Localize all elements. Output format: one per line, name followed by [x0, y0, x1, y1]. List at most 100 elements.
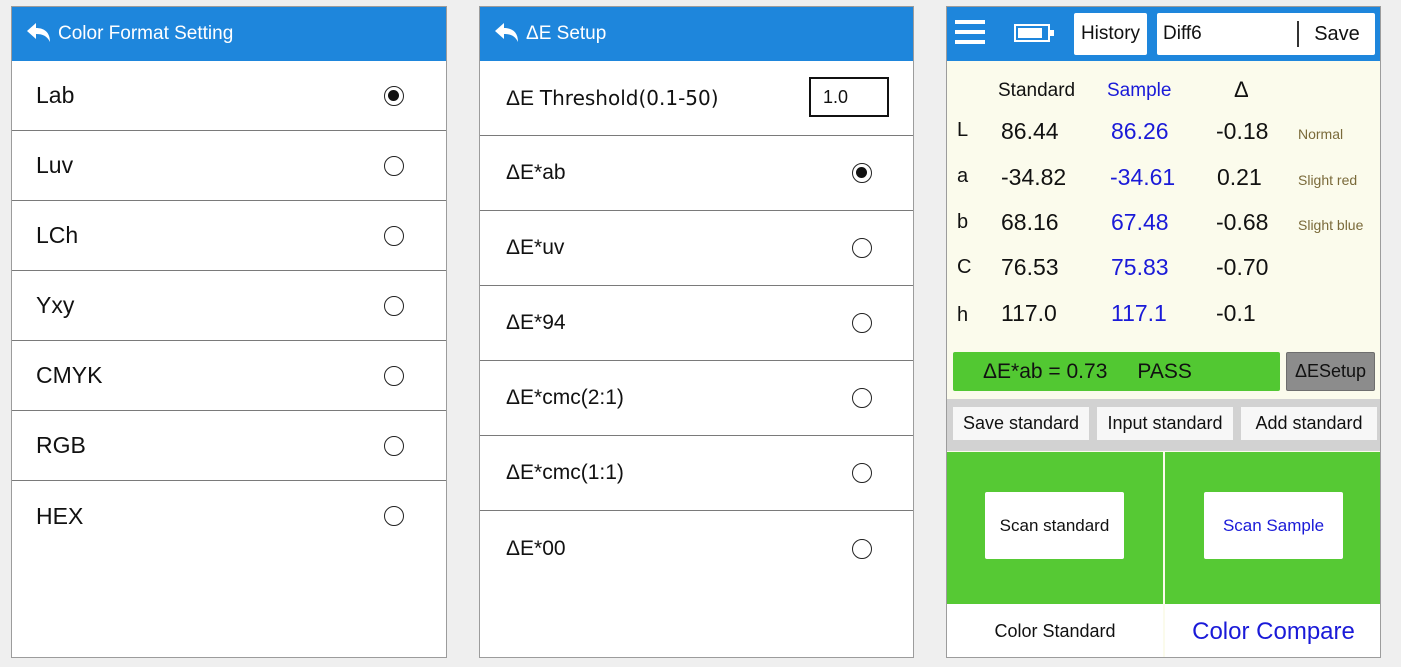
tab-color-standard[interactable]: Color Standard — [947, 604, 1163, 657]
row-label-b: b — [957, 211, 969, 233]
format-option-luv[interactable]: Luv — [12, 131, 446, 201]
radio-button[interactable] — [852, 538, 872, 559]
format-option-label: RGB — [36, 432, 86, 458]
de-option-label: ΔE*cmc(2:1) — [506, 386, 624, 409]
delta-value-l: -0.18 — [1216, 118, 1269, 144]
radio-button[interactable] — [852, 238, 872, 258]
de-option-cmc21[interactable]: ΔE*cmc(2:1) — [480, 361, 913, 436]
format-option-lab[interactable]: Lab — [12, 61, 446, 131]
back-arrow-icon[interactable] — [492, 20, 520, 48]
standard-value-l: 86.44 — [1001, 118, 1059, 144]
tab-color-compare[interactable]: Color Compare — [1165, 604, 1380, 657]
format-option-yxy[interactable]: Yxy — [12, 271, 446, 341]
battery-icon — [1014, 24, 1054, 42]
column-header-delta: Δ — [1234, 77, 1249, 102]
compare-header: History Diff6 Save — [947, 7, 1380, 61]
delta-value-a: 0.21 — [1217, 164, 1262, 190]
column-header-standard: Standard — [998, 80, 1076, 101]
result-text: ΔE*ab = 0.73 — [983, 359, 1108, 383]
format-option-label: HEX — [36, 502, 84, 529]
radio-button[interactable] — [852, 388, 872, 408]
threshold-row: ΔE Threshold(0.1-50) 1.0 — [480, 61, 913, 136]
standard-value-h: 117.0 — [1001, 300, 1057, 326]
format-option-label: Yxy — [36, 292, 75, 318]
de-option-cmc11[interactable]: ΔE*cmc(1:1) — [480, 436, 913, 511]
threshold-input[interactable]: 1.0 — [809, 77, 889, 117]
de-setup-button[interactable]: ΔESetup — [1286, 352, 1375, 391]
standard-value-c: 76.53 — [1001, 254, 1059, 280]
note-b: Slight blue — [1298, 217, 1364, 233]
color-compare-panel: History Diff6 Save Standard Sample Δ L 8… — [946, 6, 1381, 658]
de-option-label: ΔE*uv — [506, 236, 565, 259]
radio-button[interactable] — [852, 163, 872, 183]
radio-button[interactable] — [384, 225, 404, 246]
radio-button[interactable] — [384, 295, 404, 316]
de-option-label: ΔE*00 — [506, 536, 566, 560]
color-format-title: Color Format Setting — [58, 23, 234, 44]
note-a: Slight red — [1298, 172, 1358, 188]
scan-sample-area: Scan Sample — [1165, 452, 1380, 604]
standard-value-a: -34.82 — [1001, 164, 1067, 190]
menu-icon[interactable] — [955, 20, 985, 46]
radio-button[interactable] — [852, 313, 872, 333]
history-button[interactable]: History — [1074, 13, 1147, 55]
add-standard-button[interactable]: Add standard — [1241, 407, 1377, 440]
format-option-cmyk[interactable]: CMYK — [12, 341, 446, 411]
sample-value-h: 117.1 — [1111, 300, 1167, 326]
radio-button[interactable] — [852, 463, 872, 483]
threshold-label-text: Threshold(0.1-50) — [539, 85, 719, 110]
de-option-label: ΔE*ab — [506, 161, 566, 184]
sample-value-l: 86.26 — [1111, 118, 1169, 144]
sample-name-field[interactable]: Diff6 — [1163, 13, 1202, 55]
format-option-label: Lab — [36, 82, 75, 108]
radio-button[interactable] — [384, 85, 404, 106]
delta-value-c: -0.70 — [1216, 254, 1269, 280]
radio-button[interactable] — [384, 155, 404, 176]
radio-button[interactable] — [384, 435, 404, 456]
de-setup-header: ΔE Setup — [480, 7, 913, 61]
sample-value-c: 75.83 — [1111, 254, 1169, 280]
result-bar: ΔE*ab = 0.73 PASS — [953, 352, 1280, 391]
de-setup-title: ΔE Setup — [526, 23, 607, 44]
format-option-label: CMYK — [36, 362, 103, 388]
note-l: Normal — [1298, 126, 1344, 142]
de-option-ab[interactable]: ΔE*ab — [480, 136, 913, 211]
sample-value-a: -34.61 — [1110, 164, 1176, 190]
format-option-label: Luv — [36, 152, 74, 178]
color-format-panel: Color Format Setting Lab Luv LCh Yxy CMY… — [11, 6, 447, 658]
column-header-sample: Sample — [1107, 80, 1172, 101]
delta-value-h: -0.1 — [1216, 300, 1256, 326]
save-standard-button[interactable]: Save standard — [953, 407, 1089, 440]
de-option-00[interactable]: ΔE*00 — [480, 511, 913, 586]
color-format-header: Color Format Setting — [12, 7, 446, 61]
de-option-94[interactable]: ΔE*94 — [480, 286, 913, 361]
save-button[interactable]: Save — [1299, 13, 1375, 55]
de-option-label: ΔE*94 — [506, 311, 566, 334]
de-setup-panel: ΔE Setup ΔE Threshold(0.1-50) 1.0 ΔE*ab … — [479, 6, 914, 658]
threshold-label: ΔE Threshold(0.1-50) — [506, 86, 719, 111]
scan-standard-area: Scan standard — [947, 452, 1163, 604]
radio-button[interactable] — [384, 506, 404, 526]
format-option-lch[interactable]: LCh — [12, 201, 446, 271]
delta-value-b: -0.68 — [1216, 209, 1269, 235]
format-option-label: LCh — [36, 222, 79, 248]
row-label-h: h — [957, 304, 969, 326]
radio-button[interactable] — [384, 365, 404, 386]
standard-button-strip: Save standard Input standard Add standar… — [947, 399, 1380, 451]
row-label-a: a — [957, 165, 969, 187]
sample-value-b: 67.48 — [1111, 209, 1169, 235]
de-option-uv[interactable]: ΔE*uv — [480, 211, 913, 286]
threshold-label-prefix: ΔE — [506, 86, 535, 110]
row-label-l: L — [957, 119, 969, 141]
sample-name-box: Diff6 Save — [1157, 13, 1375, 55]
result-status: PASS — [1137, 359, 1192, 383]
back-arrow-icon[interactable] — [24, 20, 52, 48]
scan-standard-button[interactable]: Scan standard — [985, 492, 1124, 559]
standard-value-b: 68.16 — [1001, 209, 1059, 235]
format-option-rgb[interactable]: RGB — [12, 411, 446, 481]
scan-sample-button[interactable]: Scan Sample — [1204, 492, 1343, 559]
de-option-label: ΔE*cmc(1:1) — [506, 461, 624, 484]
row-label-c: C — [957, 256, 972, 278]
format-option-hex[interactable]: HEX — [12, 481, 446, 551]
input-standard-button[interactable]: Input standard — [1097, 407, 1233, 440]
